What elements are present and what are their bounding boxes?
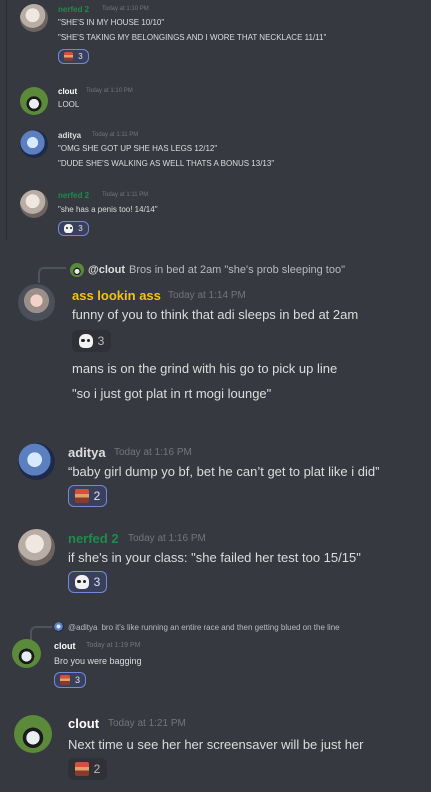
timestamp: Today at 1:11 PM <box>92 132 139 138</box>
reaction-button[interactable]: 2 <box>68 485 107 507</box>
timestamp: Today at 1:14 PM <box>168 290 246 301</box>
picture-emoji-icon <box>64 52 74 61</box>
reaction-count: 3 <box>78 224 83 233</box>
reply-username[interactable]: @clout <box>88 264 125 276</box>
reply-spine <box>30 626 52 642</box>
reply-spine <box>38 267 66 283</box>
avatar[interactable] <box>20 87 48 115</box>
reaction-count: 3 <box>78 52 83 61</box>
reply-username[interactable]: @aditya <box>68 623 97 632</box>
reply-preview[interactable]: @aditya bro it's like running an entire … <box>54 622 340 632</box>
username[interactable]: aditya <box>68 445 106 460</box>
reaction-count: 3 <box>74 675 80 685</box>
timestamp: Today at 1:16 PM <box>128 533 206 544</box>
avatar[interactable] <box>20 130 48 158</box>
avatar[interactable] <box>20 4 48 32</box>
reaction-count: 2 <box>93 489 101 503</box>
reply-avatar <box>54 622 64 632</box>
message-text: "SHE'S TAKING MY BELONGINGS AND I WORE T… <box>58 33 327 42</box>
message-text: "so i just got plat in rt mogi lounge" <box>72 386 272 401</box>
skull-emoji-icon <box>74 575 89 589</box>
timestamp: Today at 1:10 PM <box>102 6 149 12</box>
reaction-button[interactable]: 3 <box>58 221 89 236</box>
reaction-count: 2 <box>93 762 101 776</box>
skull-emoji-icon <box>78 334 93 348</box>
message-text: Bro you were bagging <box>54 656 142 666</box>
avatar[interactable] <box>18 284 55 321</box>
message-text: LOOL <box>58 100 80 109</box>
reply-text: bro it's like running an entire race and… <box>101 622 340 632</box>
username[interactable]: clout <box>58 87 77 96</box>
timestamp: Today at 1:16 PM <box>114 447 192 458</box>
avatar[interactable] <box>12 639 41 668</box>
reply-preview[interactable]: @clout Bros in bed at 2am "she's prob sl… <box>70 263 345 277</box>
avatar[interactable] <box>14 715 52 753</box>
skull-emoji-icon <box>64 224 74 233</box>
timestamp: Today at 1:10 PM <box>86 88 133 94</box>
message-text: "SHE'S IN MY HOUSE 10/10" <box>58 18 165 27</box>
username[interactable]: nerfed 2 <box>68 531 119 546</box>
message-text: "OMG SHE GOT UP SHE HAS LEGS 12/12" <box>58 144 218 153</box>
avatar[interactable] <box>18 443 55 480</box>
username[interactable]: clout <box>54 641 76 651</box>
timestamp: Today at 1:11 PM <box>102 192 149 198</box>
reaction-button[interactable]: 3 <box>54 672 86 688</box>
avatar[interactable] <box>20 190 48 218</box>
reaction-button[interactable]: 3 <box>68 571 107 593</box>
thread-divider <box>6 0 7 240</box>
message-text: if she's in your class: "she failed her … <box>68 550 361 565</box>
reaction-button[interactable]: 2 <box>68 758 107 780</box>
message-text: funny of you to think that adi sleeps in… <box>72 307 359 322</box>
username[interactable]: clout <box>68 716 99 731</box>
reply-avatar <box>70 263 84 277</box>
reaction-button[interactable]: 3 <box>72 330 111 352</box>
picture-emoji-icon <box>74 489 89 503</box>
reaction-count: 3 <box>97 334 105 348</box>
message-text: “baby girl dump yo bf, bet he can’t get … <box>68 464 380 479</box>
username[interactable]: ass lookin ass <box>72 288 161 303</box>
timestamp: Today at 1:21 PM <box>108 718 186 729</box>
username[interactable]: nerfed 2 <box>58 5 89 14</box>
picture-emoji-icon <box>74 762 89 776</box>
username[interactable]: aditya <box>58 131 81 140</box>
reaction-button[interactable]: 3 <box>58 49 89 64</box>
message-text: "she has a penis too! 14/14" <box>58 205 158 214</box>
picture-emoji-icon <box>59 675 70 685</box>
timestamp: Today at 1:19 PM <box>86 642 141 649</box>
reaction-count: 3 <box>93 575 101 589</box>
message-text: Next time u see her her screensaver will… <box>68 737 364 752</box>
username[interactable]: nerfed 2 <box>58 191 89 200</box>
reply-text: Bros in bed at 2am "she's prob sleeping … <box>129 264 345 276</box>
message-text: mans is on the grind with his go to pick… <box>72 361 338 376</box>
message-text: "DUDE SHE'S WALKING AS WELL THATS A BONU… <box>58 159 275 168</box>
avatar[interactable] <box>18 529 55 566</box>
